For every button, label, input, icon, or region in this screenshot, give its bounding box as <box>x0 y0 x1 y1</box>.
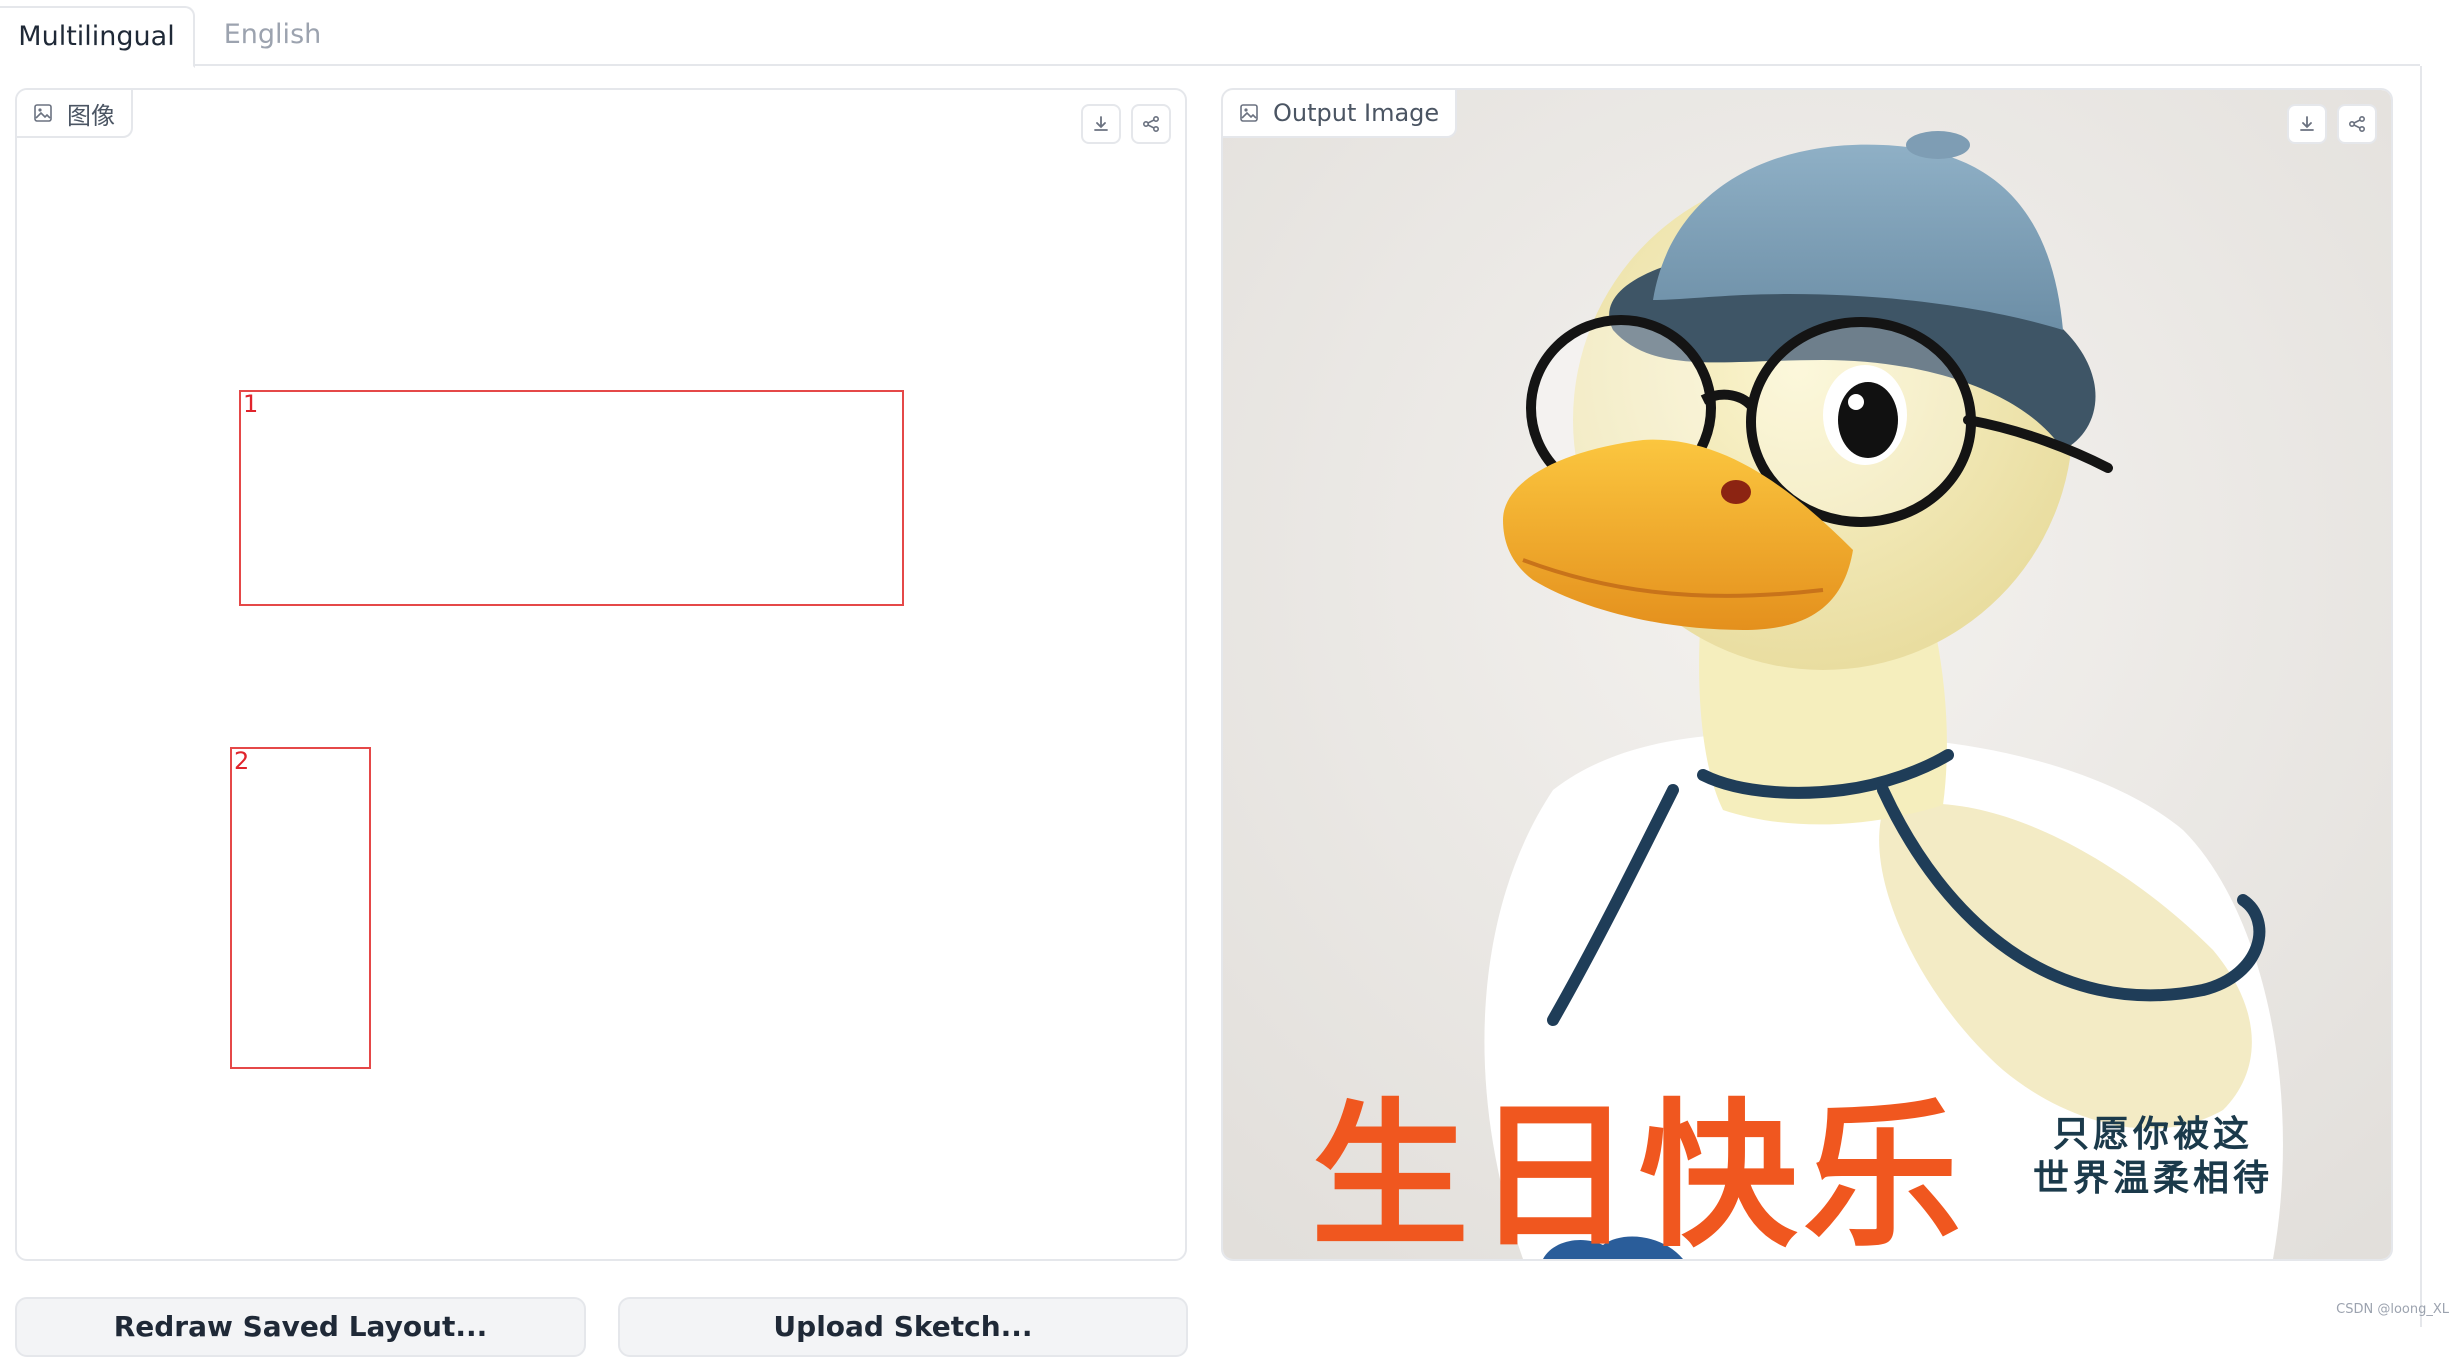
layout-box-2: 2 <box>230 747 371 1069</box>
download-button[interactable] <box>1081 104 1121 144</box>
output-image-label: Output Image <box>1223 90 1458 138</box>
image-label: 图像 <box>17 90 133 138</box>
page-edge <box>2420 66 2422 1327</box>
image-icon <box>1240 104 1258 122</box>
share-button[interactable] <box>1131 104 1171 144</box>
image-icon <box>34 104 52 122</box>
share-button[interactable] <box>2337 104 2377 144</box>
upload-sketch-button[interactable]: Upload Sketch... <box>618 1297 1188 1357</box>
layout-box-number: 2 <box>234 747 250 775</box>
hat-button <box>1906 131 1970 159</box>
image-label-text: 图像 <box>67 101 115 130</box>
download-icon <box>2300 116 2314 131</box>
beak-nostril <box>1721 480 1751 504</box>
download-icon <box>1094 116 1108 131</box>
output-image <box>1223 90 2391 1259</box>
caption-line-1: 只愿你被这 <box>2053 1113 2254 1155</box>
caption-line-2: 世界温柔相待 <box>2033 1157 2274 1199</box>
download-button[interactable] <box>2287 104 2327 144</box>
tab-bar: Multilingual English <box>0 0 2420 68</box>
input-image-panel[interactable]: 图像 1 2 <box>15 88 1187 1261</box>
eye-highlight <box>1848 394 1864 410</box>
share-icon <box>1142 115 1160 133</box>
layout-box-number: 1 <box>243 390 259 418</box>
image-caption-main: 生日快乐 <box>1311 1085 1967 1261</box>
tab-multilingual[interactable]: Multilingual <box>0 6 195 68</box>
share-icon <box>2348 115 2366 133</box>
output-image-toolbar <box>2287 104 2377 144</box>
output-image-label-text: Output Image <box>1273 99 1440 127</box>
image-toolbar <box>1081 104 1171 144</box>
tab-english[interactable]: English <box>200 6 345 64</box>
output-image-panel[interactable]: 生日快乐 只愿你被这 世界温柔相待 Output Image <box>1221 88 2393 1261</box>
watermark: CSDN @loong_XL <box>2336 1302 2449 1317</box>
duck-pupil <box>1838 382 1898 458</box>
tab-divider <box>0 64 2420 66</box>
layout-box-1: 1 <box>239 390 904 606</box>
image-caption-secondary: 只愿你被这 世界温柔相待 <box>2033 1112 2273 1200</box>
redraw-layout-button[interactable]: Redraw Saved Layout... <box>15 1297 586 1357</box>
